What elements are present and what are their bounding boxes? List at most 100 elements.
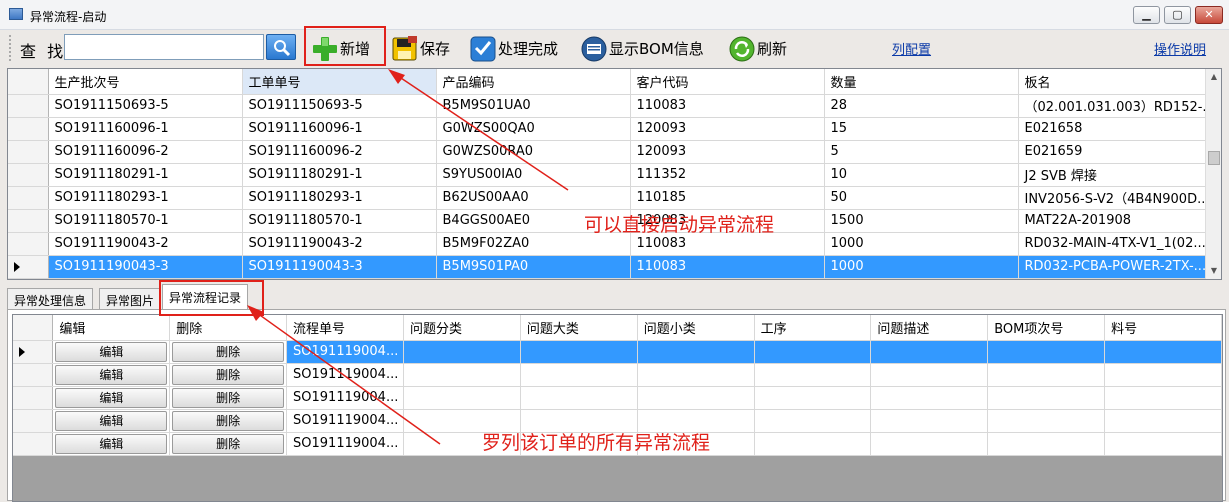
row-header[interactable] <box>8 117 49 141</box>
table-row[interactable]: SO1911190043-3 SO1911190043-3 B5M9S01PA0 11… <box>8 255 1216 279</box>
cell-customer-code[interactable]: 111352 <box>630 163 825 187</box>
maximize-button[interactable]: ▢ <box>1164 6 1191 24</box>
cell-quantity[interactable]: 28 <box>824 94 1019 118</box>
cell-work-order[interactable]: SO1911160096-1 <box>242 117 437 141</box>
cell-board-name[interactable]: MAT22A-201908 <box>1018 209 1216 233</box>
column-header-flow-number[interactable]: 流程单号 <box>286 315 404 341</box>
cell-board-name[interactable]: （02.001.031.003）RD152-... <box>1018 94 1216 118</box>
scroll-thumb[interactable] <box>1208 151 1220 165</box>
cell-customer-code[interactable]: 120093 <box>630 140 825 164</box>
cell-empty[interactable] <box>987 386 1106 410</box>
tab-exception-flow-records[interactable]: 异常流程记录 <box>162 284 249 310</box>
column-header-quantity[interactable]: 数量 <box>824 69 1019 95</box>
row-header[interactable] <box>8 140 49 164</box>
cell-empty[interactable] <box>754 386 872 410</box>
row-header[interactable] <box>8 209 49 233</box>
cell-batch[interactable]: SO1911180293-1 <box>48 186 243 210</box>
scroll-down-arrow-icon[interactable]: ▼ <box>1206 263 1221 279</box>
search-input[interactable] <box>64 34 264 60</box>
show-bom-button[interactable]: 显示BOM信息 <box>581 35 704 62</box>
cell-work-order[interactable]: SO1911160096-2 <box>242 140 437 164</box>
help-link[interactable]: 操作说明 <box>1154 39 1206 58</box>
delete-button[interactable]: 删除 <box>172 387 285 408</box>
cell-work-order[interactable]: SO1911180291-1 <box>242 163 437 187</box>
cell-empty[interactable] <box>1104 432 1222 456</box>
cell-flow-number[interactable]: SO191119004... <box>286 409 404 433</box>
cell-empty[interactable] <box>870 409 989 433</box>
delete-button[interactable]: 删除 <box>172 341 285 362</box>
cell-product-code[interactable]: S9YUS00IA0 <box>436 163 631 187</box>
cell-quantity[interactable]: 50 <box>824 186 1019 210</box>
column-header-issue-major[interactable]: 问题大类 <box>520 315 638 341</box>
column-header-edit[interactable]: 编辑 <box>52 315 171 341</box>
row-header[interactable] <box>8 232 49 256</box>
cell-flow-number[interactable]: SO191119004... <box>286 340 404 364</box>
cell-flow-number[interactable]: SO191119004... <box>286 363 404 387</box>
toolbar-grip[interactable] <box>9 35 12 61</box>
cell-quantity[interactable]: 5 <box>824 140 1019 164</box>
cell-board-name[interactable]: RD032-MAIN-4TX-V1_1(02.... <box>1018 232 1216 256</box>
cell-product-code[interactable]: G0WZS00RA0 <box>436 140 631 164</box>
table-row[interactable]: 编辑 删除 SO191119004... <box>13 386 1222 410</box>
cell-product-code[interactable]: G0WZS00QA0 <box>436 117 631 141</box>
cell-empty[interactable] <box>754 363 872 387</box>
table-row[interactable]: SO1911180293-1 SO1911180293-1 B62US00AA0 11… <box>8 186 1216 210</box>
add-button[interactable]: 新增 <box>312 35 370 61</box>
cell-customer-code[interactable]: 110083 <box>630 255 825 279</box>
table-row[interactable]: 编辑 删除 SO191119004... <box>13 363 1222 387</box>
cell-board-name[interactable]: J2 SVB 焊接 <box>1018 163 1216 187</box>
cell-empty[interactable] <box>520 386 638 410</box>
refresh-button[interactable]: 刷新 <box>729 35 787 62</box>
cell-quantity[interactable]: 1000 <box>824 255 1019 279</box>
cell-customer-code[interactable]: 110185 <box>630 186 825 210</box>
edit-button[interactable]: 编辑 <box>55 410 168 431</box>
column-header-customer-code[interactable]: 客户代码 <box>630 69 825 95</box>
cell-empty[interactable] <box>987 363 1106 387</box>
column-header-issue-category[interactable]: 问题分类 <box>403 315 521 341</box>
cell-empty[interactable] <box>403 363 521 387</box>
column-header-batch[interactable]: 生产批次号 <box>48 69 243 95</box>
cell-empty[interactable] <box>870 432 989 456</box>
row-header[interactable] <box>8 94 49 118</box>
column-header-issue-description[interactable]: 问题描述 <box>870 315 989 341</box>
cell-product-code[interactable]: B5M9S01PA0 <box>436 255 631 279</box>
cell-empty[interactable] <box>870 363 989 387</box>
row-header[interactable] <box>8 255 49 279</box>
column-config-link[interactable]: 列配置 <box>892 39 931 58</box>
cell-empty[interactable] <box>1104 409 1222 433</box>
cell-empty[interactable] <box>637 340 755 364</box>
cell-flow-number[interactable]: SO191119004... <box>286 386 404 410</box>
cell-empty[interactable] <box>1104 386 1222 410</box>
cell-empty[interactable] <box>520 363 638 387</box>
cell-product-code[interactable]: B62US00AA0 <box>436 186 631 210</box>
delete-button[interactable]: 删除 <box>172 433 285 454</box>
cell-empty[interactable] <box>987 340 1106 364</box>
row-header[interactable] <box>13 432 54 456</box>
cell-empty[interactable] <box>403 340 521 364</box>
cell-customer-code[interactable]: 110083 <box>630 94 825 118</box>
cell-work-order[interactable]: SO1911190043-3 <box>242 255 437 279</box>
cell-batch[interactable]: SO1911160096-1 <box>48 117 243 141</box>
cell-board-name[interactable]: E021659 <box>1018 140 1216 164</box>
cell-work-order[interactable]: SO1911180293-1 <box>242 186 437 210</box>
cell-empty[interactable] <box>987 409 1106 433</box>
edit-button[interactable]: 编辑 <box>55 433 168 454</box>
table-row[interactable]: SO1911180291-1 SO1911180291-1 S9YUS00IA0 11… <box>8 163 1216 187</box>
delete-button[interactable]: 删除 <box>172 410 285 431</box>
edit-button[interactable]: 编辑 <box>55 341 168 362</box>
cell-empty[interactable] <box>754 432 872 456</box>
orders-grid[interactable]: 生产批次号 工单单号 产品编码 客户代码 数量 板名 SO1911150693-… <box>7 68 1222 280</box>
cell-quantity[interactable]: 10 <box>824 163 1019 187</box>
edit-button[interactable]: 编辑 <box>55 364 168 385</box>
cell-empty[interactable] <box>870 386 989 410</box>
tab-exception-info[interactable]: 异常处理信息 <box>7 288 94 309</box>
scroll-up-arrow-icon[interactable]: ▲ <box>1206 69 1221 85</box>
row-header[interactable] <box>8 186 49 210</box>
column-header-issue-minor[interactable]: 问题小类 <box>637 315 755 341</box>
cell-empty[interactable] <box>1104 363 1222 387</box>
cell-board-name[interactable]: RD032-PCBA-POWER-2TX-... <box>1018 255 1216 279</box>
cell-quantity[interactable]: 1000 <box>824 232 1019 256</box>
cell-work-order[interactable]: SO1911190043-2 <box>242 232 437 256</box>
row-header[interactable] <box>13 340 54 364</box>
edit-button[interactable]: 编辑 <box>55 387 168 408</box>
